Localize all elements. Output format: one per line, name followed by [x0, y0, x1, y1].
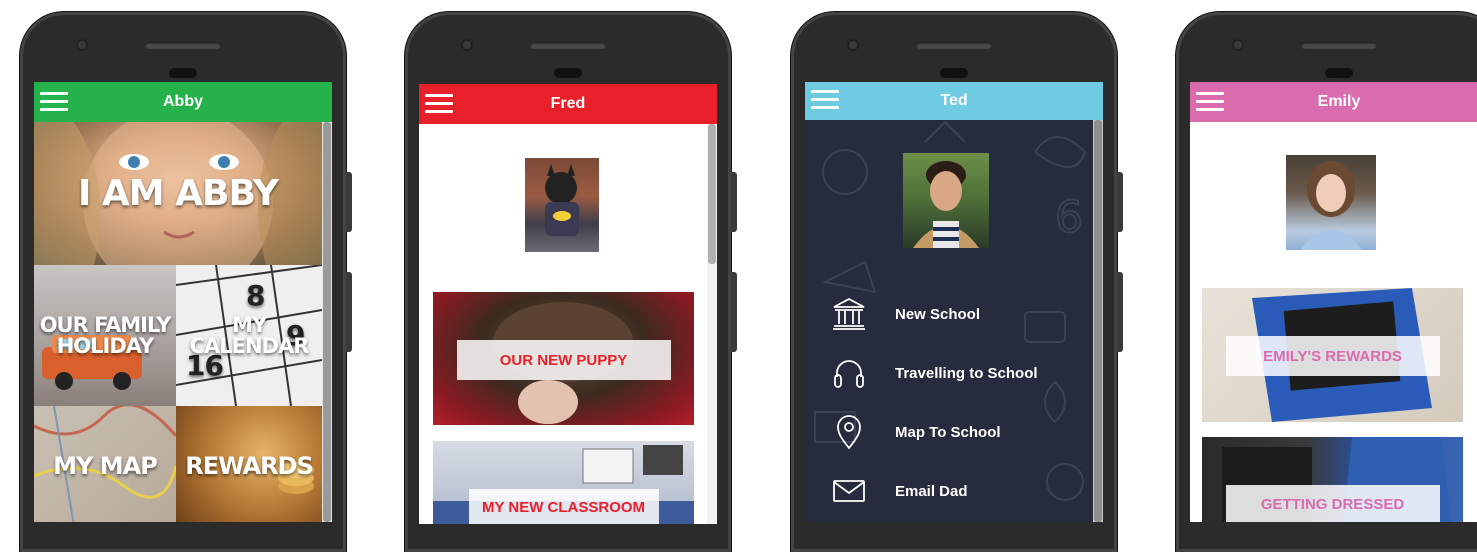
hamburger-menu-icon[interactable] [1196, 92, 1224, 112]
hamburger-menu-icon[interactable] [425, 94, 453, 114]
tile-label: REWARDS [185, 452, 314, 480]
proximity-sensor [169, 68, 197, 78]
phone-ted: 6 Ted New School Travelling to School Ma… [791, 12, 1123, 552]
earpiece-speaker [916, 42, 992, 49]
proximity-sensor [940, 68, 968, 78]
front-camera [1232, 39, 1244, 51]
app-bar: Abby [34, 82, 332, 122]
screen-abby: Abby I AM ABBY OUR FAMILY HOLIDAY 8 9 16… [34, 82, 332, 522]
tile-family-holiday[interactable]: OUR FAMILY HOLIDAY [34, 265, 176, 406]
phone-abby: Abby I AM ABBY OUR FAMILY HOLIDAY 8 9 16… [20, 12, 352, 552]
phone-emily: Emily EMILY'S REWARDS GETTING DRESSED [1176, 12, 1477, 552]
menu-item-map-to-school[interactable]: Map To School [825, 412, 1085, 452]
card-emilys-rewards[interactable]: EMILY'S REWARDS [1202, 288, 1463, 422]
card-label: OUR NEW PUPPY [499, 351, 628, 369]
screen-fred: Fred OUR NEW PUPPY MY NEW CLASSROOM [419, 84, 717, 524]
profile-photo-fred [525, 158, 599, 252]
menu-item-travelling-to-school[interactable]: Travelling to School [825, 353, 1085, 393]
menu-item-email-dad[interactable]: Email Dad [825, 471, 1085, 511]
power-button[interactable] [1117, 172, 1123, 232]
menu-item-label: New School [895, 305, 981, 323]
profile-photo-ted [903, 153, 989, 248]
hamburger-menu-icon[interactable] [811, 90, 839, 110]
app-title: Emily [1317, 93, 1361, 110]
girl-portrait-illustration [1300, 161, 1362, 250]
power-button[interactable] [346, 172, 352, 232]
card-banner: GETTING DRESSED [1225, 485, 1440, 522]
svg-text:8: 8 [246, 279, 264, 312]
hero-label: I AM ABBY [78, 172, 279, 214]
volume-button[interactable] [346, 272, 352, 352]
card-label: GETTING DRESSED [1260, 495, 1405, 513]
card-label: MY NEW CLASSROOM [481, 498, 646, 516]
app-bar: Emily [1190, 82, 1477, 122]
card-banner: OUR NEW PUPPY [456, 340, 671, 380]
power-button[interactable] [731, 172, 737, 232]
scrollbar[interactable] [707, 124, 717, 524]
app-title: Abby [163, 93, 203, 110]
screen-ted: 6 Ted New School Travelling to School Ma… [805, 82, 1103, 522]
scrollbar[interactable] [1093, 120, 1103, 522]
scrollbar[interactable] [322, 122, 332, 522]
tile-label: MY CALENDAR [189, 312, 310, 358]
tile-my-map[interactable]: MY MAP [34, 406, 176, 522]
app-title: Fred [550, 95, 586, 112]
profile-photo-emily [1286, 155, 1376, 250]
proximity-sensor [1325, 68, 1353, 78]
menu-item-label: Travelling to School [895, 364, 1038, 382]
headphones-icon [825, 353, 873, 393]
app-bar: Fred [419, 84, 717, 124]
menu-item-label: Email Dad [895, 482, 968, 500]
volume-button[interactable] [1117, 272, 1123, 352]
location-pin-icon [825, 412, 873, 452]
volume-button[interactable] [731, 272, 737, 352]
card-our-new-puppy[interactable]: OUR NEW PUPPY [433, 292, 694, 425]
hamburger-menu-icon[interactable] [40, 92, 68, 112]
app-title: Ted [940, 92, 968, 109]
tile-label: MY MAP [53, 452, 158, 480]
hero-i-am-abby[interactable]: I AM ABBY [34, 122, 322, 265]
svg-text:6: 6 [1055, 192, 1083, 243]
envelope-icon [825, 471, 873, 511]
card-my-new-classroom[interactable]: MY NEW CLASSROOM [433, 441, 694, 524]
menu-item-new-school[interactable]: New School [825, 294, 1085, 334]
front-camera [76, 39, 88, 51]
tile-rewards[interactable]: REWARDS [176, 406, 322, 522]
card-label: EMILY'S REWARDS [1263, 347, 1402, 365]
teen-portrait-illustration [913, 161, 979, 248]
front-camera [461, 39, 473, 51]
proximity-sensor [554, 68, 582, 78]
card-banner: EMILY'S REWARDS [1225, 336, 1440, 376]
tile-my-calendar[interactable]: 8 9 16 MY CALENDAR [176, 265, 322, 406]
card-getting-dressed[interactable]: GETTING DRESSED [1202, 437, 1463, 522]
earpiece-speaker [145, 42, 221, 49]
batman-kid-illustration [545, 164, 579, 236]
earpiece-speaker [530, 42, 606, 49]
front-camera [847, 39, 859, 51]
app-bar: Ted [805, 82, 1103, 120]
bank-icon [825, 294, 873, 334]
screen-emily: Emily EMILY'S REWARDS GETTING DRESSED [1190, 82, 1477, 522]
menu-item-label: Map To School [895, 423, 1001, 441]
tile-label: OUR FAMILY HOLIDAY [39, 312, 172, 358]
earpiece-speaker [1301, 42, 1377, 49]
phone-fred: Fred OUR NEW PUPPY MY NEW CLASSROOM [405, 12, 737, 552]
